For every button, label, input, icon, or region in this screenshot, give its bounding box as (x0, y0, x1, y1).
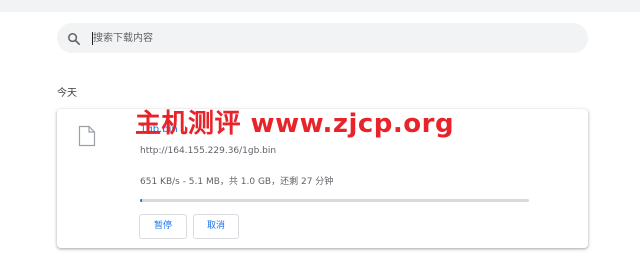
search-icon (67, 31, 81, 45)
downloads-page: 今天 1gb.bin http://164.155.229.36/1gb.bin… (0, 0, 640, 253)
search-input[interactable] (93, 30, 563, 46)
download-card: 1gb.bin http://164.155.229.36/1gb.bin 65… (57, 109, 588, 248)
progress-fill (140, 199, 142, 202)
download-status: 651 KB/s - 5.1 MB，共 1.0 GB，还剩 27 分钟 (140, 177, 334, 187)
toolbar-strip (0, 0, 640, 12)
progress-bar (140, 199, 529, 202)
pause-button[interactable]: 暂停 (139, 214, 187, 239)
date-section-label: 今天 (57, 88, 77, 99)
file-icon (78, 125, 96, 147)
file-name-link[interactable]: 1gb.bin (140, 124, 178, 135)
cancel-button[interactable]: 取消 (193, 214, 239, 239)
file-url: http://164.155.229.36/1gb.bin (140, 146, 277, 156)
search-bar[interactable] (57, 23, 588, 53)
